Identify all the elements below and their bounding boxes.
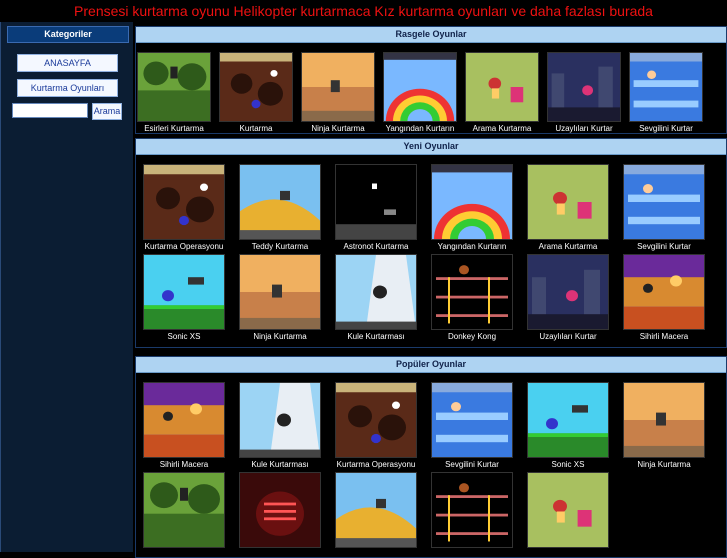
popular-games-panel: Popüler Oyunlar Sihirli Macera Kule Kurta… (135, 356, 727, 558)
game-card[interactable]: Kurtarma Operasyonu (136, 164, 232, 251)
game-card[interactable]: Sonic XS (136, 254, 232, 341)
game-title[interactable]: Sihirli Macera (136, 460, 232, 469)
game-thumbnail[interactable] (623, 254, 705, 330)
game-card[interactable] (424, 472, 520, 550)
game-thumbnail[interactable] (335, 472, 417, 548)
game-title[interactable]: Ninja Kurtarma (616, 460, 712, 469)
random-games-panel: Rasgele Oyunlar Esirleri Kurtarma Kurtarm… (135, 26, 727, 134)
game-title[interactable]: Kurtarma Operasyonu (136, 242, 232, 251)
game-thumbnail[interactable] (239, 254, 321, 330)
game-title[interactable]: Teddy Kurtarma (232, 242, 328, 251)
game-thumbnail[interactable] (219, 52, 293, 122)
game-card[interactable] (520, 472, 616, 550)
game-title[interactable]: Kurtarma Operasyonu (328, 460, 424, 469)
game-card[interactable] (232, 472, 328, 550)
game-thumbnail[interactable] (623, 164, 705, 240)
game-card[interactable]: Uzaylıları Kurtar (520, 254, 616, 341)
game-title[interactable]: Sevgilini Kurtar (424, 460, 520, 469)
game-thumbnail[interactable] (629, 52, 703, 122)
game-card[interactable]: Donkey Kong (424, 254, 520, 341)
game-title[interactable]: Donkey Kong (424, 332, 520, 341)
game-card[interactable] (328, 472, 424, 550)
home-link[interactable]: ANASAYFA (17, 54, 118, 72)
game-thumbnail[interactable] (335, 164, 417, 240)
game-title[interactable]: Sihirli Macera (616, 332, 712, 341)
game-thumbnail[interactable] (301, 52, 375, 122)
game-thumbnail[interactable] (239, 164, 321, 240)
game-thumbnail[interactable] (143, 472, 225, 548)
game-thumbnail[interactable] (137, 52, 211, 122)
game-card[interactable]: Sevgilini Kurtar (616, 164, 712, 251)
game-card[interactable]: Kurtarma Operasyonu (328, 382, 424, 469)
game-card[interactable]: Ninja Kurtarma (232, 254, 328, 341)
game-thumbnail[interactable] (239, 382, 321, 458)
search-input[interactable] (12, 103, 88, 118)
game-thumbnail[interactable] (239, 472, 321, 548)
game-thumbnail[interactable] (547, 52, 621, 122)
game-card[interactable]: Sevgilini Kurtar (424, 382, 520, 469)
game-title[interactable]: Ninja Kurtarma (232, 332, 328, 341)
game-thumbnail[interactable] (383, 52, 457, 122)
game-thumbnail[interactable] (143, 164, 225, 240)
popular-games-heading: Popüler Oyunlar (136, 357, 726, 373)
game-card[interactable]: Sihirli Macera (136, 382, 232, 469)
game-thumbnail[interactable] (143, 382, 225, 458)
game-title[interactable]: Arama Kurtarma (520, 242, 616, 251)
game-thumbnail[interactable] (527, 382, 609, 458)
game-thumbnail[interactable] (431, 382, 513, 458)
site-title: Prensesi kurtarma oyunu Helikopter kurta… (74, 3, 653, 19)
game-title[interactable]: Uzaylıları Kurtar (520, 332, 616, 341)
game-card[interactable]: Sonic XS (520, 382, 616, 469)
game-thumbnail[interactable] (143, 254, 225, 330)
game-thumbnail[interactable] (431, 254, 513, 330)
search-button[interactable]: Arama (92, 103, 122, 120)
game-card[interactable]: Sevgilini Kurtar (618, 52, 714, 133)
game-thumbnail[interactable] (431, 164, 513, 240)
game-thumbnail[interactable] (527, 472, 609, 548)
categories-heading: Kategoriler (7, 26, 129, 43)
game-thumbnail[interactable] (431, 472, 513, 548)
game-card[interactable]: Sihirli Macera (616, 254, 712, 341)
game-title[interactable]: Sevgilini Kurtar (618, 124, 714, 133)
game-thumbnail[interactable] (335, 254, 417, 330)
game-title[interactable]: Sonic XS (520, 460, 616, 469)
game-thumbnail[interactable] (527, 254, 609, 330)
game-thumbnail[interactable] (527, 164, 609, 240)
game-card[interactable]: Ninja Kurtarma (616, 382, 712, 469)
game-title[interactable]: Sonic XS (136, 332, 232, 341)
new-games-panel: Yeni Oyunlar Kurtarma Operasyonu Teddy Ku… (135, 138, 727, 348)
game-card[interactable]: Teddy Kurtarma (232, 164, 328, 251)
random-games-heading: Rasgele Oyunlar (136, 27, 726, 43)
game-card[interactable]: Yangından Kurtarın (424, 164, 520, 251)
sidebar: Kategoriler ANASAYFA Kurtarma Oyunları A… (0, 22, 133, 552)
game-title[interactable]: Astronot Kurtarma (328, 242, 424, 251)
game-title[interactable]: Yangından Kurtarın (424, 242, 520, 251)
game-card[interactable]: Kule Kurtarması (232, 382, 328, 469)
game-thumbnail[interactable] (623, 382, 705, 458)
game-card[interactable]: Arama Kurtarma (520, 164, 616, 251)
game-card[interactable]: Kule Kurtarması (328, 254, 424, 341)
rescue-games-link[interactable]: Kurtarma Oyunları (17, 79, 118, 97)
new-games-heading: Yeni Oyunlar (136, 139, 726, 155)
game-title[interactable]: Sevgilini Kurtar (616, 242, 712, 251)
game-card[interactable] (136, 472, 232, 550)
game-card[interactable]: Astronot Kurtarma (328, 164, 424, 251)
game-title[interactable]: Kule Kurtarması (328, 332, 424, 341)
game-thumbnail[interactable] (465, 52, 539, 122)
game-title[interactable]: Kule Kurtarması (232, 460, 328, 469)
game-thumbnail[interactable] (335, 382, 417, 458)
